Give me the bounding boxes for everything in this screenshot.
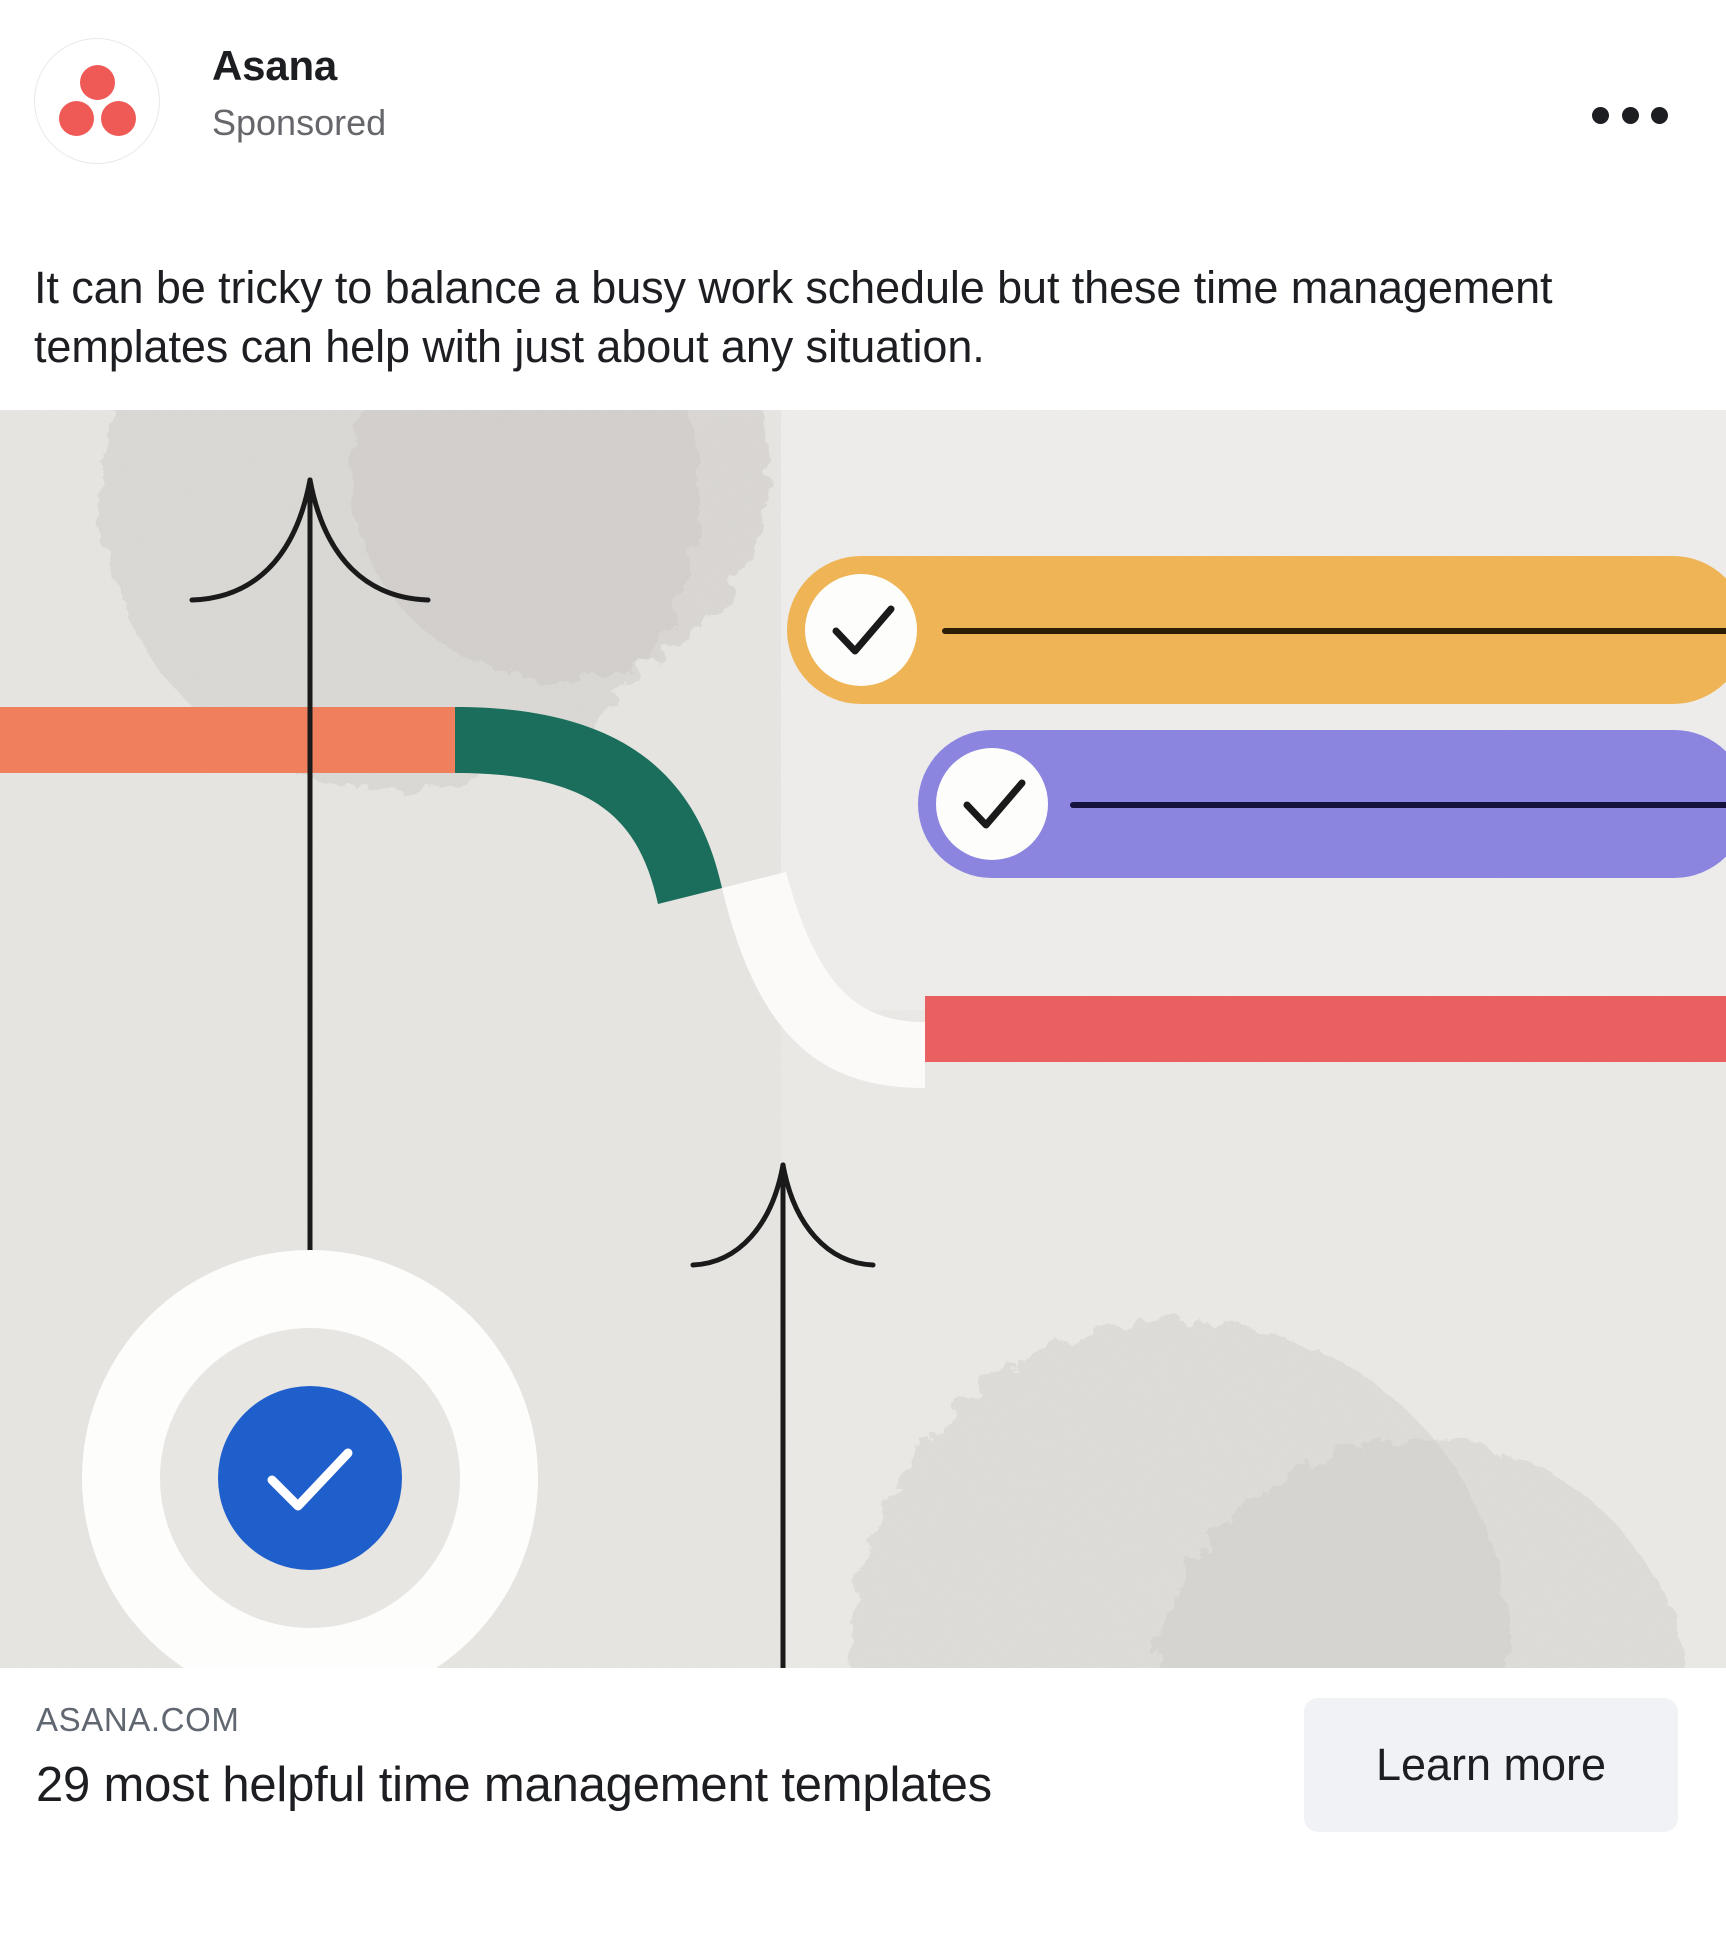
illustration-canvas — [0, 410, 1726, 1668]
red-path-bar — [925, 996, 1726, 1062]
asana-dot-left-icon — [59, 101, 94, 136]
ad-link-footer: ASANA.COM 29 most helpful time managemen… — [0, 1668, 1726, 1936]
ad-image[interactable] — [0, 410, 1726, 1668]
menu-dot-1-icon — [1592, 106, 1609, 124]
page-name[interactable]: Asana — [212, 42, 386, 90]
sponsored-label[interactable]: Sponsored — [212, 101, 386, 144]
menu-dot-2-icon — [1621, 106, 1639, 124]
ellipsis-horizontal-icon[interactable] — [1592, 98, 1668, 132]
sponsored-ad-card: Asana Sponsored It can be tricky to bala… — [0, 0, 1726, 1936]
task-check-bubble-purple — [936, 748, 1048, 860]
orange-path-bar — [0, 707, 455, 773]
asana-dot-right-icon — [101, 101, 136, 136]
ad-header: Asana Sponsored — [0, 0, 1726, 230]
header-text-group: Asana Sponsored — [212, 38, 386, 144]
blue-check-circle — [218, 1386, 402, 1570]
asana-dot-top-icon — [80, 65, 115, 100]
post-body-text: It can be tricky to balance a busy work … — [34, 262, 1553, 373]
link-title[interactable]: 29 most helpful time management template… — [36, 1756, 992, 1815]
task-pill-yellow — [787, 556, 1726, 704]
link-info-group[interactable]: ASANA.COM 29 most helpful time managemen… — [36, 1696, 992, 1814]
task-check-bubble-yellow — [805, 574, 917, 686]
footer-row: ASANA.COM 29 most helpful time managemen… — [36, 1696, 1686, 1832]
learn-more-button[interactable]: Learn more — [1304, 1698, 1678, 1832]
menu-dot-3-icon — [1651, 106, 1668, 124]
link-domain: ASANA.COM — [36, 1701, 240, 1738]
asana-logo-icon[interactable] — [34, 38, 160, 164]
task-pill-purple — [918, 730, 1726, 878]
